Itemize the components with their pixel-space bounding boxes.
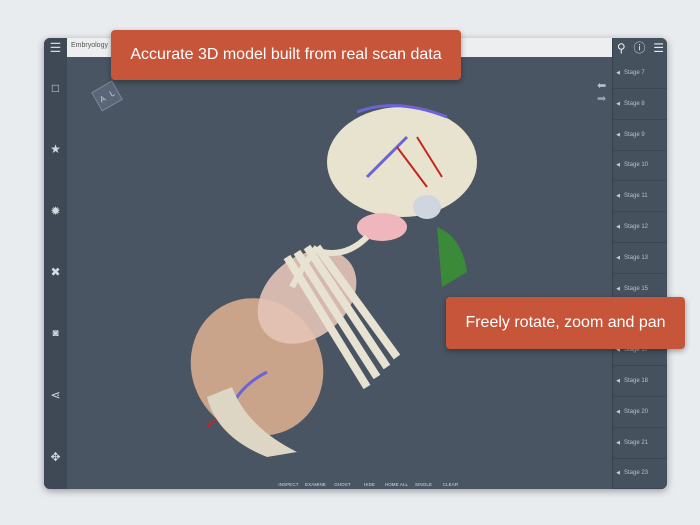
stage-label: Stage 10 xyxy=(624,162,649,169)
play-icon: ◀ xyxy=(616,470,620,477)
stage-label: Stage 18 xyxy=(624,378,649,384)
stage-panel: ⚲ ⓘ ☰ ◀ Stage 7 ◀ Stage 8 ◀ Stage 9 ◀ Stage 10 ◀… xyxy=(612,38,667,489)
head-brain xyxy=(327,107,477,217)
stage-item[interactable]: ◀ Stage 11 xyxy=(613,181,667,213)
tool-single[interactable]: SINGLE➘ xyxy=(410,482,437,489)
gear-icon[interactable]: ✹ xyxy=(44,204,67,218)
tool-clear[interactable]: CLEAR✕ xyxy=(437,482,464,489)
stage-item[interactable]: ◀ Stage 13 xyxy=(613,243,667,274)
stage-label: Stage 23 xyxy=(624,470,649,477)
app-window: ☰ □ ★ ✹ ✖ ◙ ⋖ ✥ Embryology A L ⬅ ➡ INSPE… xyxy=(44,38,667,489)
tab-embryology[interactable]: Embryology xyxy=(71,42,108,49)
tool-label: GHOST xyxy=(334,482,351,487)
eye xyxy=(413,195,441,219)
stage-label: Stage 13 xyxy=(624,254,649,261)
stage-item[interactable]: ◀ Stage 23 xyxy=(613,458,667,489)
tool-hide[interactable]: HIDE⊖ xyxy=(356,482,383,489)
play-icon: ◀ xyxy=(616,378,620,384)
stage-label: Stage 20 xyxy=(624,408,649,415)
play-icon: ◀ xyxy=(616,70,620,76)
callout-top: Accurate 3D model built from real scan d… xyxy=(111,30,461,80)
tools-icon[interactable]: ✖ xyxy=(44,265,67,279)
play-icon: ◀ xyxy=(616,162,620,169)
info-icon[interactable]: ⓘ xyxy=(633,39,645,56)
stage-label: Stage 8 xyxy=(624,100,645,107)
stage-item[interactable]: ◀ Stage 12 xyxy=(613,212,667,243)
move-icon[interactable]: ✥ xyxy=(44,450,67,464)
camera-icon[interactable]: ◙ xyxy=(44,327,67,341)
play-icon: ◀ xyxy=(616,408,620,415)
tool-label: CLEAR xyxy=(442,482,459,487)
tool-inspect[interactable]: INSPECT⛶ xyxy=(275,482,302,489)
stage-label: Stage 12 xyxy=(624,224,649,230)
tool-examine[interactable]: EXAMINE⁘ xyxy=(302,482,329,489)
tool-home-all[interactable]: HOME ALL⊞ xyxy=(383,482,410,489)
tool-label: INSPECT xyxy=(278,482,299,487)
embryo-model[interactable] xyxy=(67,57,612,489)
3d-viewport[interactable]: A L ⬅ ➡ INSPECT⛶ EXAMINE⁘ GHOST○ HIDE⊖ H… xyxy=(67,57,612,489)
play-icon: ◀ xyxy=(616,193,620,200)
heart-region xyxy=(437,227,467,287)
callout-right: Freely rotate, zoom and pan xyxy=(446,297,685,349)
stage-item[interactable]: ◀ Stage 10 xyxy=(613,150,667,182)
star-icon[interactable]: ★ xyxy=(44,142,67,156)
menu-icon[interactable]: ☰ xyxy=(44,41,67,55)
tool-ghost[interactable]: GHOST○ xyxy=(329,482,356,489)
play-icon: ◀ xyxy=(616,439,620,446)
play-icon: ◀ xyxy=(616,224,620,230)
play-icon: ◀ xyxy=(616,254,620,261)
stage-label: Stage 9 xyxy=(624,131,645,138)
square-view-icon[interactable]: □ xyxy=(44,81,67,95)
tool-label: HIDE xyxy=(363,482,376,487)
tool-label: SINGLE xyxy=(414,482,433,487)
stage-item[interactable]: ◀ Stage 20 xyxy=(613,397,667,428)
play-icon: ◀ xyxy=(616,100,620,107)
stage-item[interactable]: ◀ Stage 8 xyxy=(613,89,667,120)
tool-label: HOME ALL xyxy=(384,482,409,487)
tool-label: EXAMINE xyxy=(305,482,326,487)
stage-item[interactable]: ◀ Stage 18 xyxy=(613,366,667,397)
list-menu-icon[interactable]: ☰ xyxy=(653,41,664,55)
bottom-toolbar: INSPECT⛶ EXAMINE⁘ GHOST○ HIDE⊖ HOME ALL⊞… xyxy=(275,482,464,489)
search-icon[interactable]: ⚲ xyxy=(617,41,626,55)
left-toolbar: ☰ □ ★ ✹ ✖ ◙ ⋖ ✥ xyxy=(44,38,68,489)
play-icon: ◀ xyxy=(616,131,620,138)
right-top-icons: ⚲ ⓘ ☰ xyxy=(613,38,667,57)
stage-item[interactable]: ◀ Stage 9 xyxy=(613,120,667,151)
stage-label: Stage 15 xyxy=(624,285,649,292)
stage-label: Stage 21 xyxy=(624,439,649,446)
stage-item[interactable]: ◀ Stage 7 xyxy=(613,58,667,89)
stage-label: Stage 11 xyxy=(624,193,648,200)
stage-label: Stage 7 xyxy=(624,70,645,76)
stage-item[interactable]: ◀ Stage 21 xyxy=(613,428,667,459)
share-icon[interactable]: ⋖ xyxy=(44,388,67,402)
play-icon: ◀ xyxy=(616,285,620,292)
